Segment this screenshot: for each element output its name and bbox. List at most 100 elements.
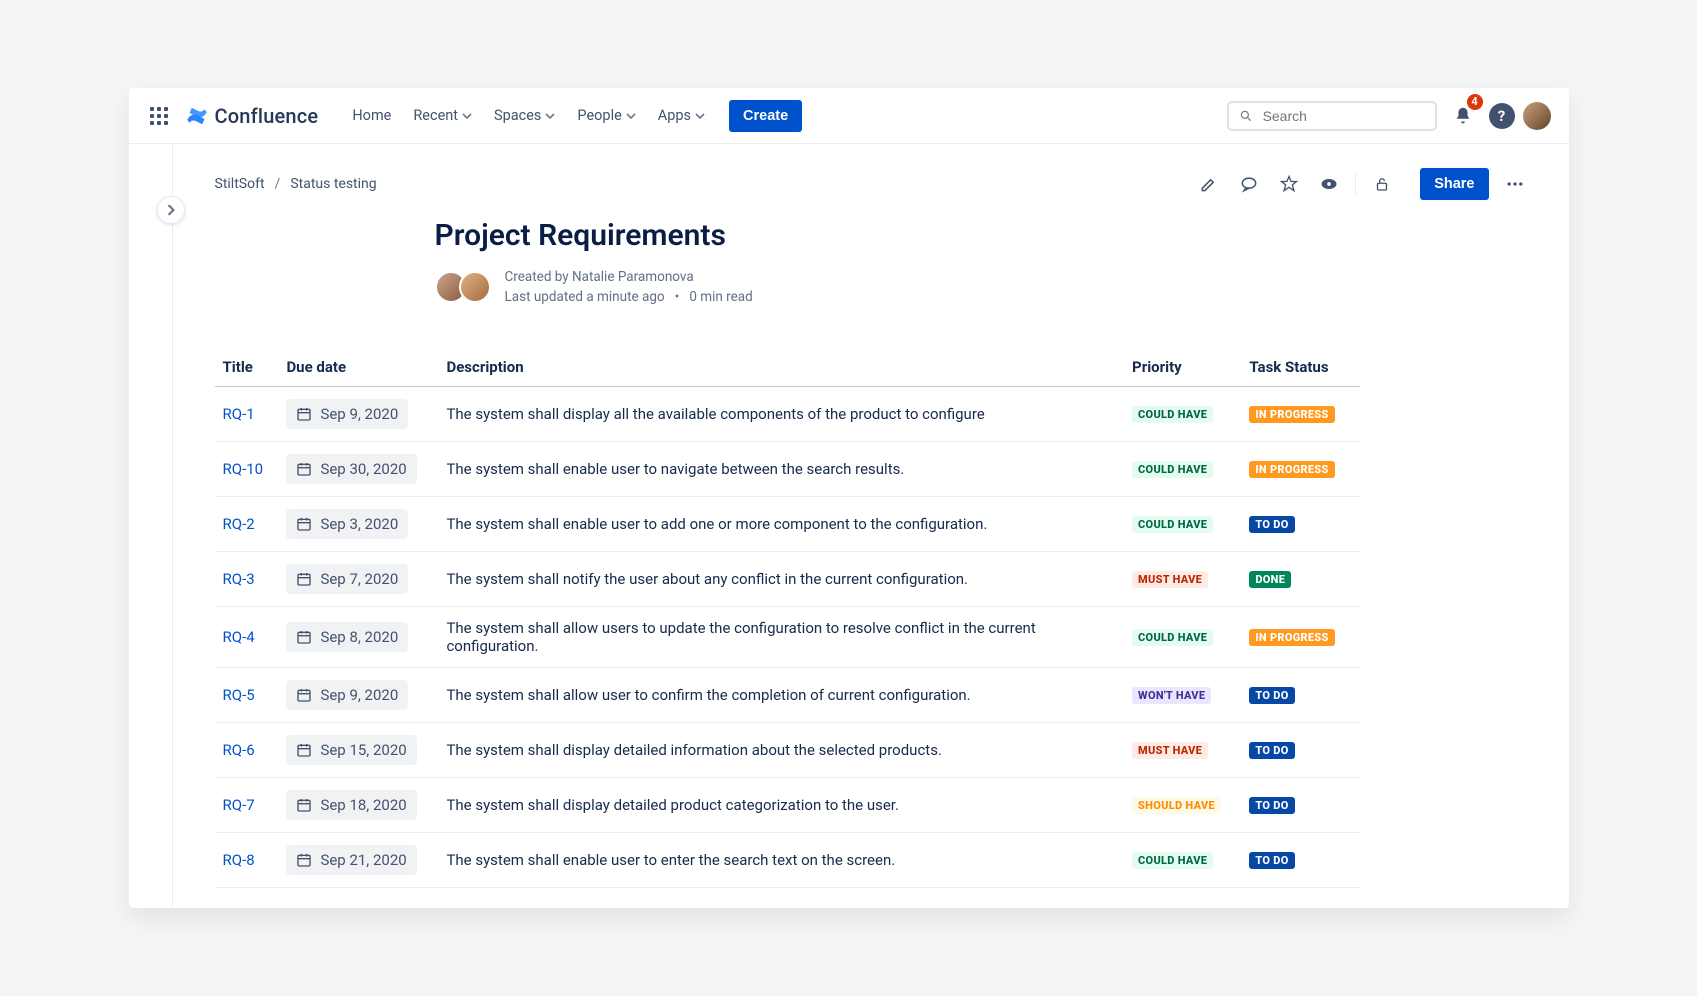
status-lozenge[interactable]: TO DO: [1249, 742, 1294, 759]
nav-home[interactable]: Home: [342, 99, 401, 132]
priority-lozenge[interactable]: MUST HAVE: [1132, 742, 1208, 759]
status-lozenge[interactable]: TO DO: [1249, 797, 1294, 814]
status-lozenge[interactable]: IN PROGRESS: [1249, 406, 1334, 423]
priority-lozenge[interactable]: SHOULD HAVE: [1132, 797, 1221, 814]
status-lozenge[interactable]: DONE: [1249, 571, 1291, 588]
requirement-link[interactable]: RQ-1: [223, 405, 255, 423]
status-lozenge[interactable]: IN PROGRESS: [1249, 629, 1334, 646]
help-button[interactable]: ?: [1489, 103, 1515, 129]
requirement-link[interactable]: RQ-3: [223, 570, 255, 588]
chevron-down-icon: [462, 111, 472, 121]
notifications-button[interactable]: 4: [1445, 98, 1481, 134]
description-cell: The system shall display all the availab…: [438, 386, 1124, 441]
due-date-chip[interactable]: Sep 30, 2020: [286, 454, 416, 484]
requirement-link[interactable]: RQ-4: [223, 628, 255, 646]
nav-apps-label: Apps: [658, 107, 691, 124]
priority-lozenge[interactable]: COULD HAVE: [1132, 629, 1213, 646]
priority-lozenge[interactable]: COULD HAVE: [1132, 516, 1213, 533]
breadcrumb-space[interactable]: StiltSoft: [215, 176, 265, 192]
restrictions-button[interactable]: [1368, 170, 1396, 198]
table-row: RQ-3Sep 7, 2020The system shall notify t…: [215, 551, 1360, 606]
breadcrumb: StiltSoft / Status testing: [215, 176, 377, 192]
due-date-chip[interactable]: Sep 9, 2020: [286, 399, 408, 429]
contributors[interactable]: [435, 271, 491, 303]
page-body: StiltSoft / Status testing: [129, 144, 1569, 908]
nav-home-label: Home: [352, 107, 391, 124]
search-input[interactable]: [1261, 107, 1425, 125]
due-date-chip[interactable]: Sep 7, 2020: [286, 564, 408, 594]
status-lozenge[interactable]: IN PROGRESS: [1249, 461, 1334, 478]
due-date-chip[interactable]: Sep 3, 2020: [286, 509, 408, 539]
confluence-logo-icon: [185, 104, 209, 128]
status-lozenge[interactable]: TO DO: [1249, 687, 1294, 704]
due-date-chip[interactable]: Sep 8, 2020: [286, 622, 408, 652]
requirement-link[interactable]: RQ-7: [223, 796, 255, 814]
star-button[interactable]: [1275, 170, 1303, 198]
priority-lozenge[interactable]: COULD HAVE: [1132, 852, 1213, 869]
requirement-link[interactable]: RQ-5: [223, 686, 255, 704]
expand-sidebar-button[interactable]: [157, 196, 185, 224]
chevron-down-icon: [626, 111, 636, 121]
description-cell: The system shall allow user to confirm t…: [438, 667, 1124, 722]
nav-spaces[interactable]: Spaces: [484, 99, 565, 132]
page-title: Project Requirements: [435, 218, 1375, 253]
priority-lozenge[interactable]: COULD HAVE: [1132, 461, 1213, 478]
description-cell: The system shall enable user to navigate…: [438, 441, 1124, 496]
meta-separator: [668, 289, 675, 305]
description-cell: The system shall enable user to add one …: [438, 496, 1124, 551]
more-actions-button[interactable]: [1501, 170, 1529, 198]
app-switcher-icon[interactable]: [147, 104, 171, 128]
table-row: RQ-5 Sep 9, 2020 The system shall allow us…: [215, 667, 1360, 722]
nav-spaces-label: Spaces: [494, 107, 541, 124]
nav-recent[interactable]: Recent: [403, 99, 482, 132]
profile-avatar[interactable]: [1523, 102, 1551, 130]
priority-lozenge[interactable]: MUST HAVE: [1132, 571, 1208, 588]
nav-apps[interactable]: Apps: [648, 99, 715, 132]
search-icon: [1239, 108, 1253, 124]
watch-button[interactable]: [1315, 170, 1343, 198]
last-updated[interactable]: Last updated a minute ago: [505, 289, 665, 305]
status-lozenge[interactable]: TO DO: [1249, 516, 1294, 533]
comment-icon: [1239, 174, 1259, 194]
product-brand[interactable]: Confluence: [185, 104, 319, 128]
edit-button[interactable]: [1195, 170, 1223, 198]
due-date-chip[interactable]: Sep 21, 2020: [286, 845, 416, 875]
priority-lozenge[interactable]: COULD HAVE: [1132, 406, 1213, 423]
author-name[interactable]: Natalie Paramonova: [572, 269, 694, 285]
calendar-icon: [296, 687, 312, 703]
calendar-icon: [296, 629, 312, 645]
due-date-chip[interactable]: Sep 15, 2020: [286, 735, 416, 765]
col-header-title[interactable]: Title: [215, 348, 279, 387]
priority-lozenge[interactable]: WON'T HAVE: [1132, 687, 1211, 704]
col-header-priority[interactable]: Priority: [1124, 348, 1241, 387]
due-date-chip[interactable]: Sep 9, 2020: [286, 680, 408, 710]
col-header-desc[interactable]: Description: [438, 348, 1124, 387]
nav-people-label: People: [577, 107, 621, 124]
sidebar-divider: [172, 144, 173, 908]
page-meta: Created by Natalie Paramonova Last updat…: [505, 267, 753, 308]
requirement-link[interactable]: RQ-2: [223, 515, 255, 533]
share-button[interactable]: Share: [1420, 168, 1488, 200]
col-header-due[interactable]: Due date: [278, 348, 438, 387]
status-lozenge[interactable]: TO DO: [1249, 852, 1294, 869]
search-box[interactable]: [1227, 101, 1437, 131]
comment-button[interactable]: [1235, 170, 1263, 198]
breadcrumb-page[interactable]: Status testing: [290, 176, 376, 192]
requirement-link[interactable]: RQ-6: [223, 741, 255, 759]
due-date-text: Sep 9, 2020: [320, 405, 398, 423]
byline: Created by Natalie Paramonova Last updat…: [435, 267, 1375, 308]
due-date-text: Sep 18, 2020: [320, 796, 406, 814]
read-time: 0 min read: [689, 289, 752, 305]
requirements-table-wrapper: Title Due date Description Priority Task…: [435, 348, 1225, 888]
table-row: RQ-7Sep 18, 2020The system shall display…: [215, 777, 1360, 832]
requirement-link[interactable]: RQ-8: [223, 851, 255, 869]
due-date-chip[interactable]: Sep 18, 2020: [286, 790, 416, 820]
due-date-text: Sep 8, 2020: [320, 628, 398, 646]
table-row: RQ-10 Sep 30, 2020 The system shall enable…: [215, 441, 1360, 496]
create-button[interactable]: Create: [729, 100, 802, 132]
table-row: RQ-4Sep 8, 2020The system shall allow us…: [215, 606, 1360, 667]
nav-people[interactable]: People: [567, 99, 645, 132]
col-header-status[interactable]: Task Status: [1241, 348, 1359, 387]
requirement-link[interactable]: RQ-10: [223, 460, 264, 478]
page-content: Project Requirements Created by Natalie …: [435, 218, 1375, 888]
